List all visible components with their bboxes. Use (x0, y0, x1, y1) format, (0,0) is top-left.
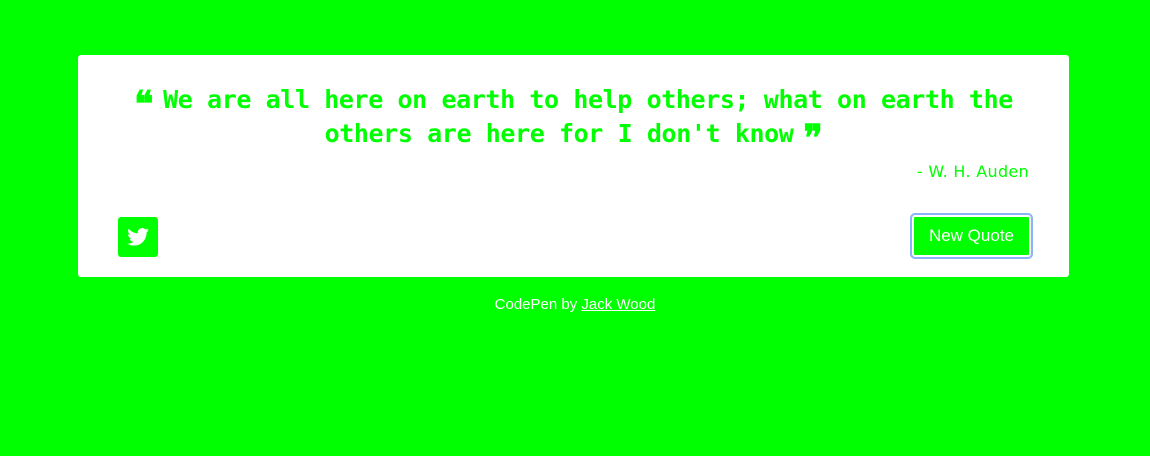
footer: CodePen by Jack Wood (0, 296, 1150, 313)
new-quote-button[interactable]: New Quote (911, 215, 1031, 257)
twitter-icon (127, 228, 149, 246)
footer-prefix: CodePen by (494, 296, 578, 313)
quote-block: ❝ We are all here on earth to help others… (118, 83, 1029, 159)
tweet-button[interactable] (118, 217, 158, 257)
quote-text: We are all here on earth to help others;… (163, 85, 1013, 148)
quote-card: ❝ We are all here on earth to help others… (78, 55, 1069, 277)
close-quote-icon: ❞ (803, 117, 823, 159)
author-link[interactable]: Jack Wood (581, 296, 655, 313)
quote-author: - W. H. Auden (916, 162, 1029, 181)
open-quote-icon: ❝ (134, 83, 154, 125)
